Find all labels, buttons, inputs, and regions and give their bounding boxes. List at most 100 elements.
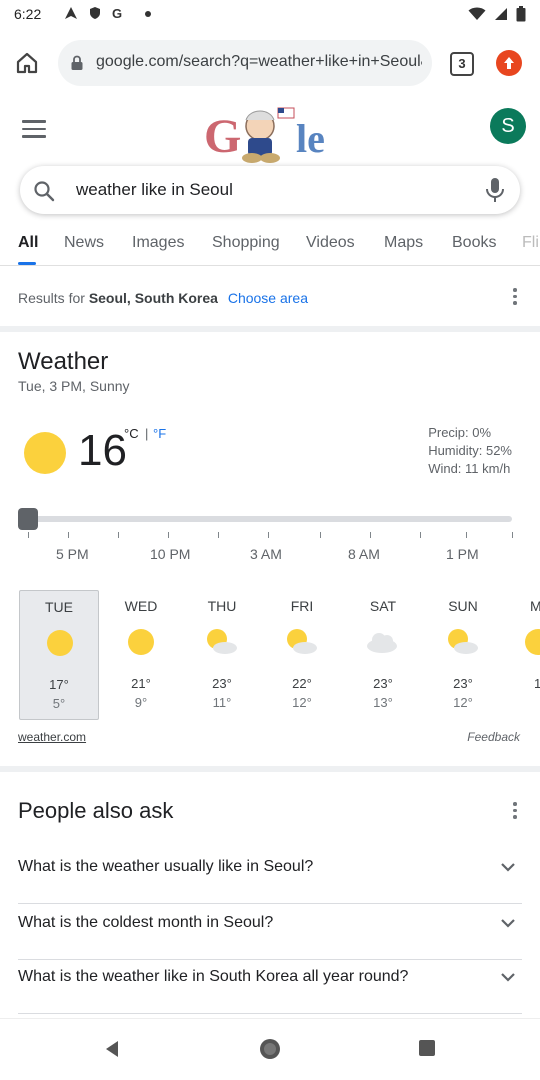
- tab-all[interactable]: All: [18, 234, 38, 252]
- tab-books[interactable]: Books: [452, 234, 496, 252]
- lock-icon: [70, 55, 84, 76]
- high-temp: 23°: [212, 676, 232, 691]
- forecast-day[interactable]: SAT 23° 13°: [343, 590, 423, 720]
- dot-notification-icon: [144, 6, 152, 23]
- slider-tick: [268, 532, 269, 538]
- navigation-notification-icon: [64, 6, 78, 23]
- high-temp: 23°: [373, 676, 393, 691]
- slider-tick: [512, 532, 513, 538]
- status-indicators: [468, 6, 526, 27]
- active-tab-indicator: [18, 262, 36, 265]
- status-time: 6:22: [14, 6, 42, 22]
- question-text: What is the coldest month in Seoul?: [18, 914, 274, 931]
- more-options-icon[interactable]: [513, 288, 517, 308]
- hour-label: 10 PM: [150, 546, 191, 562]
- question-row[interactable]: What is the coldest month in Seoul?: [18, 906, 522, 960]
- tab-switcher-button[interactable]: 3: [450, 52, 474, 76]
- section-divider: [0, 326, 540, 332]
- google-doodle-logo[interactable]: G le: [198, 102, 342, 164]
- low-temp: 12°: [292, 695, 312, 710]
- day-name: THU: [207, 598, 237, 614]
- unit-celsius[interactable]: °C: [124, 426, 139, 441]
- high-temp: 21°: [131, 676, 151, 691]
- results-for-prefix: Results for: [18, 290, 85, 306]
- svg-text:le: le: [296, 116, 325, 161]
- high-temp: 17°: [49, 677, 69, 692]
- avatar[interactable]: S: [490, 108, 526, 144]
- slider-tick: [28, 532, 29, 538]
- tab-flights[interactable]: Fli: [522, 234, 539, 252]
- slider-tick: [420, 532, 421, 538]
- tab-videos[interactable]: Videos: [306, 234, 355, 252]
- tab-news[interactable]: News: [64, 234, 104, 252]
- day-name: SAT: [369, 598, 397, 614]
- hourly-slider-thumb[interactable]: [18, 508, 38, 530]
- humidity: Humidity: 52%: [428, 443, 512, 458]
- unit-fahrenheit[interactable]: °F: [153, 426, 166, 441]
- hourly-slider-track[interactable]: [30, 516, 512, 522]
- slider-tick: [370, 532, 371, 538]
- slider-tick: [168, 532, 169, 538]
- search-tabs: All News Images Shopping Videos Maps Boo…: [0, 222, 540, 266]
- choose-area-link[interactable]: Choose area: [228, 290, 308, 306]
- question-text: What is the weather like in South Korea …: [18, 968, 409, 985]
- weather-subtitle: Tue, 3 PM, Sunny: [18, 378, 130, 394]
- cloud-icon: [367, 633, 397, 653]
- results-for-text: Results for Seoul, South Korea Choose ar…: [18, 290, 308, 306]
- forecast-day[interactable]: SUN 23° 12°: [423, 590, 503, 720]
- current-temperature: 16: [78, 426, 127, 475]
- home-icon[interactable]: [14, 50, 40, 76]
- day-name: M: [530, 598, 540, 614]
- home-button-icon[interactable]: [258, 1037, 282, 1066]
- update-menu-button[interactable]: [496, 50, 522, 76]
- wind: Wind: 11 km/h: [428, 461, 511, 476]
- slider-tick: [466, 532, 467, 538]
- tab-maps[interactable]: Maps: [384, 234, 423, 252]
- search-input[interactable]: weather like in Seoul: [76, 180, 233, 200]
- back-icon[interactable]: [102, 1039, 122, 1064]
- forecast-day[interactable]: FRI 22° 12°: [262, 590, 342, 720]
- status-bar: 6:22 G: [0, 0, 540, 30]
- partly-cloudy-icon: [448, 629, 478, 654]
- chevron-down-icon: [500, 970, 516, 988]
- forecast-day[interactable]: M 1: [504, 590, 540, 720]
- weather-details: Precip: 0% Humidity: 52% Wind: 11 km/h: [428, 424, 512, 478]
- people-also-ask-title: People also ask: [18, 798, 174, 823]
- browser-toolbar: google.com/search?q=weather+like+in+Seou…: [0, 30, 540, 96]
- feedback-link[interactable]: Feedback: [467, 730, 520, 744]
- high-temp: 22°: [292, 676, 312, 691]
- tab-images[interactable]: Images: [132, 234, 184, 252]
- hour-label: 5 PM: [56, 546, 89, 562]
- search-icon[interactable]: [32, 179, 56, 208]
- search-box[interactable]: weather like in Seoul: [20, 166, 520, 214]
- day-name: TUE: [45, 599, 73, 615]
- sun-icon: [525, 629, 540, 655]
- question-row[interactable]: What is the weather like in South Korea …: [18, 960, 522, 1014]
- sun-icon: [24, 432, 66, 474]
- day-name: WED: [124, 598, 158, 614]
- forecast-day[interactable]: WED 21° 9°: [101, 590, 181, 720]
- low-temp: 11°: [212, 695, 232, 710]
- google-header: G le S: [0, 96, 540, 170]
- menu-icon[interactable]: [22, 120, 46, 143]
- question-row[interactable]: What is the weather usually like in Seou…: [18, 850, 522, 904]
- day-name: FRI: [290, 598, 314, 614]
- weather-title: Weather: [18, 348, 109, 375]
- forecast-day[interactable]: THU 23° 11°: [182, 590, 262, 720]
- microphone-icon[interactable]: [484, 176, 506, 209]
- address-bar[interactable]: google.com/search?q=weather+like+in+Seou…: [58, 40, 432, 86]
- recents-icon[interactable]: [418, 1039, 436, 1062]
- weather-source-link[interactable]: weather.com: [18, 730, 86, 744]
- url-text[interactable]: google.com/search?q=weather+like+in+Seou…: [96, 53, 422, 71]
- signal-icon: [494, 7, 508, 26]
- more-options-icon[interactable]: [513, 802, 517, 822]
- slider-tick: [68, 532, 69, 538]
- wifi-icon: [468, 7, 486, 26]
- partly-cloudy-icon: [287, 629, 317, 654]
- forecast-day[interactable]: TUE 17° 5°: [19, 590, 99, 720]
- hour-label: 1 PM: [446, 546, 479, 562]
- battery-icon: [516, 6, 526, 27]
- section-divider: [0, 766, 540, 772]
- tab-shopping[interactable]: Shopping: [212, 234, 280, 252]
- sun-icon: [128, 629, 154, 655]
